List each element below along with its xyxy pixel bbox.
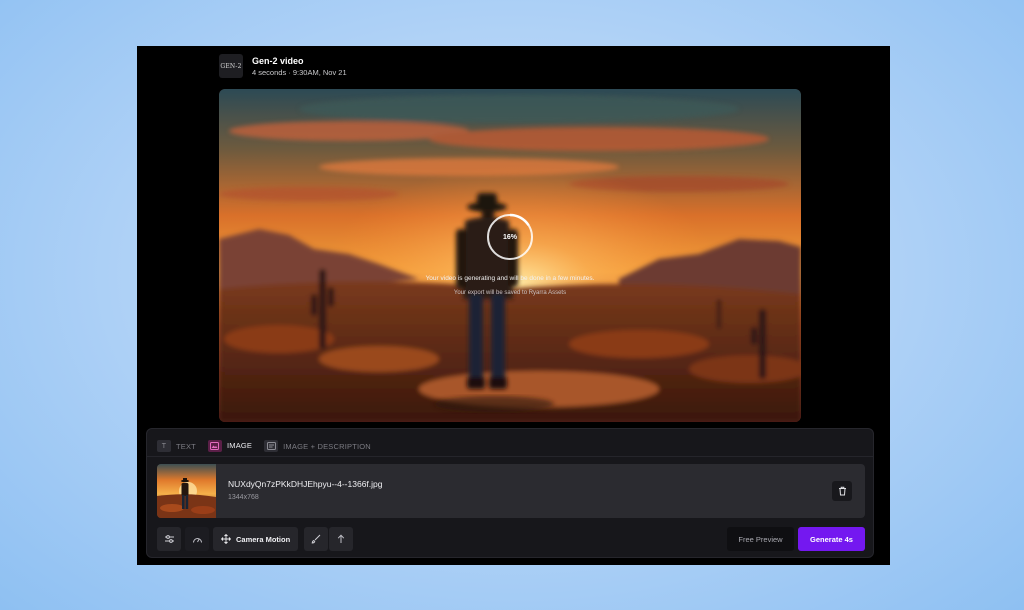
generating-message: Your video is generating and will be don… (425, 275, 595, 282)
tab-text[interactable]: T TEXT (157, 435, 196, 457)
app-window: GEN-2 Gen-2 video 4 seconds · 9:30AM, No… (137, 46, 890, 565)
trash-icon (838, 486, 846, 496)
arrow-up-icon (337, 534, 345, 543)
video-header: GEN-2 Gen-2 video 4 seconds · 9:30AM, No… (219, 54, 347, 78)
sliders-icon (164, 535, 174, 543)
move-icon (221, 534, 231, 544)
text-icon: T (157, 440, 171, 452)
tab-image[interactable]: IMAGE (207, 435, 253, 457)
uploaded-image-card: NUXdyQn7zPKkDHJEhpyu--4--1366f.jpg 1344x… (157, 464, 865, 518)
upscale-button[interactable] (329, 527, 353, 551)
gauge-icon (192, 537, 202, 543)
video-title: Gen-2 video (252, 55, 304, 66)
tab-divider (147, 456, 873, 457)
motion-brush-button[interactable] (304, 527, 328, 551)
image-description-icon (264, 440, 279, 452)
image-icon (207, 439, 222, 452)
file-dimensions: 1344x768 (228, 494, 259, 501)
video-preview: 16% Your video is generating and will be… (219, 89, 801, 422)
video-meta: 4 seconds · 9:30AM, Nov 21 (252, 67, 347, 77)
export-note: Your export will be saved to Ryarra Asse… (453, 290, 567, 296)
brush-icon (311, 534, 321, 544)
generate-button[interactable]: Generate 4s (798, 527, 865, 551)
gen2-logo: GEN-2 (219, 54, 243, 78)
camera-motion-button[interactable]: Camera Motion (213, 527, 299, 551)
image-thumbnail[interactable] (157, 464, 216, 518)
tab-image-description[interactable]: IMAGE + DESCRIPTION (264, 435, 371, 457)
input-panel: T TEXT IMAGE IMAGE + DESCRIPTION NUXdyQn… (146, 428, 874, 558)
file-name: NUXdyQn7zPKkDHJEhpyu--4--1366f.jpg (228, 479, 383, 489)
generation-toolbar: Camera Motion Free Preview Generate 4s (157, 527, 865, 551)
free-preview-button[interactable]: Free Preview (727, 527, 794, 551)
speed-button[interactable] (185, 527, 209, 551)
input-mode-tabs: T TEXT IMAGE IMAGE + DESCRIPTION (157, 435, 371, 457)
delete-image-button[interactable] (832, 481, 852, 501)
progress-percentage: 16% (502, 233, 517, 241)
settings-button[interactable] (157, 527, 181, 551)
